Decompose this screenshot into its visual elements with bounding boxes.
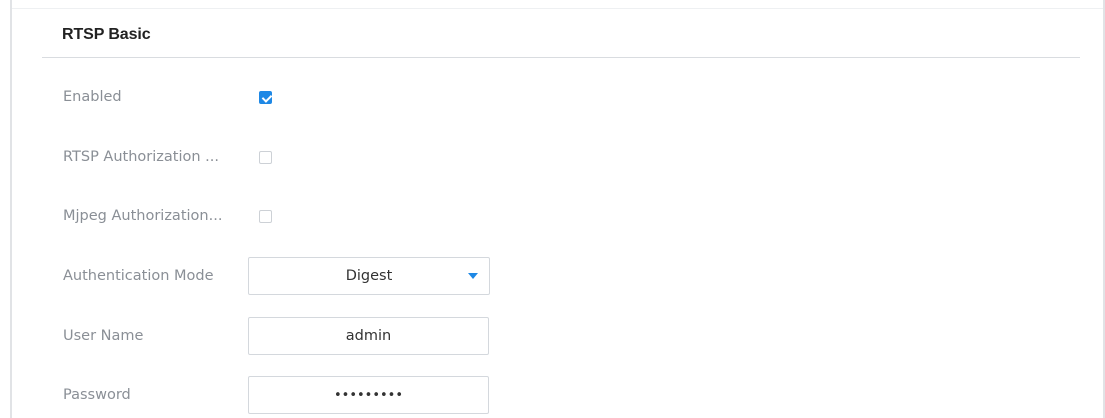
section-title: RTSP Basic xyxy=(62,26,151,43)
enabled-label: Enabled xyxy=(63,89,122,105)
top-divider xyxy=(12,8,1103,9)
authentication-mode-row: Authentication Mode Digest xyxy=(63,257,490,295)
password-input[interactable]: ••••••••• xyxy=(248,376,489,414)
left-divider xyxy=(10,0,12,418)
authentication-mode-select[interactable]: Digest xyxy=(248,257,490,295)
user-name-label: User Name xyxy=(63,328,144,344)
rtsp-authorization-label: RTSP Authorization ... xyxy=(63,149,219,165)
authentication-mode-label: Authentication Mode xyxy=(63,268,214,284)
check-icon xyxy=(261,91,272,103)
mjpeg-authorization-row: Mjpeg Authorization... xyxy=(63,199,272,233)
rtsp-authorization-row: RTSP Authorization ... xyxy=(63,140,272,174)
password-label: Password xyxy=(63,387,131,403)
section-divider xyxy=(42,57,1080,58)
user-name-row: User Name admin xyxy=(63,317,489,355)
enabled-checkbox[interactable] xyxy=(259,90,272,104)
user-name-value: admin xyxy=(345,328,392,344)
authentication-mode-value: Digest xyxy=(345,268,393,284)
caret-down-icon[interactable] xyxy=(468,273,478,279)
rtsp-settings-page: RTSP Basic Enabled RTSP Authorization ..… xyxy=(0,0,1105,418)
mjpeg-authorization-label: Mjpeg Authorization... xyxy=(63,208,223,224)
rtsp-authorization-checkbox[interactable] xyxy=(259,150,272,164)
password-row: Password ••••••••• xyxy=(63,376,489,414)
enabled-row: Enabled xyxy=(63,80,272,114)
password-value: ••••••••• xyxy=(333,387,403,403)
mjpeg-authorization-checkbox[interactable] xyxy=(259,209,272,223)
user-name-input[interactable]: admin xyxy=(248,317,489,355)
